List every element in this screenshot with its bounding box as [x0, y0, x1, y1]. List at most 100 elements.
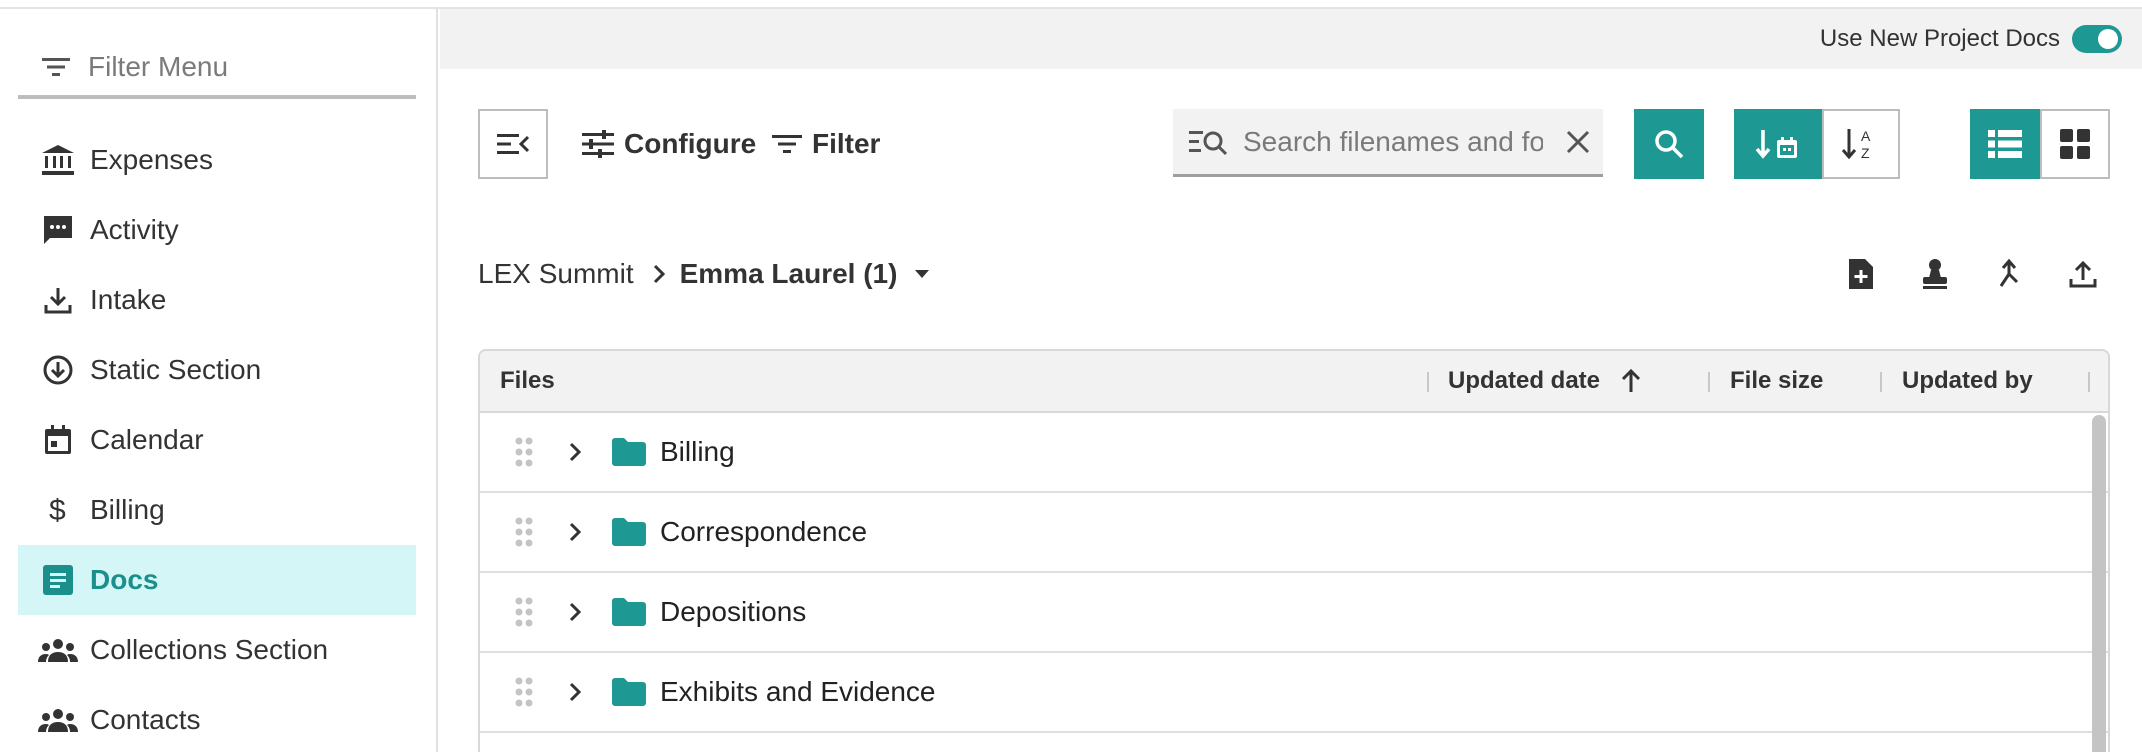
sidebar-item-calendar[interactable]: Calendar [18, 405, 416, 475]
folder-name[interactable]: Exhibits and Evidence [660, 676, 936, 708]
sidebar-item-intake[interactable]: Intake [18, 265, 416, 335]
table-scrollbar[interactable] [2092, 415, 2106, 752]
column-header-updated-date[interactable]: Updated date [1448, 351, 1642, 411]
folder-name[interactable]: Depositions [660, 596, 806, 628]
column-header-updated-by[interactable]: Updated by [1902, 351, 2033, 411]
new-project-docs-label: Use New Project Docs [1819, 25, 2060, 52]
table-header: Files Updated date File size Updated by [480, 351, 2108, 413]
sort-az-icon: AZ [1841, 127, 1881, 161]
breadcrumb: LEX Summit Emma Laurel (1) [478, 244, 2120, 304]
expand-chevron-icon[interactable] [568, 521, 582, 543]
upload-icon[interactable] [2046, 259, 2120, 289]
search-field [1173, 109, 1603, 177]
doc-actions [1824, 244, 2120, 304]
filter-menu-input[interactable]: Filter Menu [18, 39, 416, 99]
column-divider[interactable] [2088, 372, 2090, 392]
filter-icon [772, 133, 812, 155]
sidebar-item-expenses[interactable]: Expenses [18, 125, 416, 195]
sort-alphabetical-button[interactable]: AZ [1822, 109, 1900, 179]
column-header-label: Updated date [1448, 367, 1601, 394]
sidebar-item-activity[interactable]: Activity [18, 195, 416, 265]
list-view-button[interactable] [1970, 109, 2040, 179]
search-button[interactable] [1634, 109, 1704, 179]
collapse-menu-icon [497, 133, 529, 155]
sort-by-date-button[interactable] [1734, 109, 1822, 179]
group-icon [38, 638, 78, 662]
sidebar-item-collections-section[interactable]: Collections Section [18, 615, 416, 685]
folder-icon [612, 598, 646, 626]
drag-handle-icon[interactable] [514, 596, 534, 628]
svg-text:$: $ [49, 494, 66, 527]
filter-label: Filter [812, 128, 881, 159]
table-row[interactable]: Depositions [480, 573, 2108, 653]
grid-view-button[interactable] [2040, 109, 2110, 179]
search-icon [1654, 129, 1684, 159]
folder-icon [612, 678, 646, 706]
list-view-icon [1988, 130, 2022, 158]
sliders-icon [582, 130, 624, 158]
expand-chevron-icon[interactable] [568, 601, 582, 623]
folder-icon [612, 438, 646, 466]
sidebar-item-label: Intake [90, 284, 167, 315]
sidebar-item-label: Expenses [90, 144, 213, 175]
project-docs-bar: Use New Project Docs [440, 9, 2142, 69]
main-content: Use New Project Docs Configure Filter Se… [440, 9, 2142, 752]
sidebar-item-label: Docs [90, 564, 159, 595]
download-icon [38, 285, 78, 315]
table-row[interactable]: Billing [480, 413, 2108, 493]
column-divider[interactable] [1427, 372, 1429, 392]
filter-menu-placeholder: Filter Menu [88, 51, 229, 82]
caret-down-icon[interactable] [913, 268, 931, 280]
new-document-icon[interactable] [1824, 257, 1898, 291]
sort-date-icon [1755, 128, 1801, 160]
folder-name[interactable]: Correspondence [660, 516, 867, 548]
folder-name[interactable]: Billing [660, 436, 735, 468]
column-divider[interactable] [1708, 372, 1710, 392]
sidebar-item-docs[interactable]: Docs [18, 545, 416, 615]
svg-text:A: A [1861, 128, 1871, 144]
filter-button[interactable]: Filter [772, 109, 880, 179]
sidebar-item-label: Calendar [90, 424, 204, 455]
collapse-panel-button[interactable] [478, 109, 548, 179]
top-border [0, 0, 2142, 9]
new-project-docs-toggle[interactable] [2072, 25, 2122, 53]
group-icon [38, 708, 78, 732]
breadcrumb-root[interactable]: LEX Summit [478, 258, 634, 290]
clear-search-icon[interactable] [1565, 129, 1591, 160]
chevron-right-icon [652, 263, 666, 285]
document-icon [38, 565, 78, 595]
column-header-files[interactable]: Files [500, 351, 555, 411]
files-table: Files Updated date File size Updated by … [478, 349, 2110, 752]
svg-text:Z: Z [1861, 145, 1870, 161]
sidebar-item-contacts[interactable]: Contacts [18, 685, 416, 752]
search-list-icon [1189, 127, 1227, 157]
grid-view-icon [2060, 129, 2090, 159]
calendar-icon [38, 424, 78, 456]
table-row[interactable]: Correspondence [480, 493, 2108, 573]
sidebar-item-label: Collections Section [90, 634, 329, 665]
table-row[interactable]: Exhibits and Evidence [480, 653, 2108, 733]
sidebar-item-label: Billing [90, 494, 165, 525]
arrow-up-icon [1620, 368, 1642, 394]
dollar-icon: $ [38, 493, 78, 527]
stamp-icon[interactable] [1898, 258, 1972, 290]
expand-chevron-icon[interactable] [568, 681, 582, 703]
configure-button[interactable]: Configure [582, 109, 756, 179]
arrow-circle-down-icon [38, 354, 78, 386]
configure-label: Configure [624, 128, 757, 159]
search-input[interactable] [1243, 125, 1543, 158]
drag-handle-icon[interactable] [514, 676, 534, 708]
drag-handle-icon[interactable] [514, 436, 534, 468]
sidebar: Filter Menu Expenses Activity Intake Sta… [0, 9, 438, 752]
filter-icon [42, 56, 72, 78]
drag-handle-icon[interactable] [514, 516, 534, 548]
folder-icon [612, 518, 646, 546]
merge-icon[interactable] [1972, 258, 2046, 290]
sidebar-item-billing[interactable]: $ Billing [18, 475, 416, 545]
docs-toolbar: Configure Filter Search filenames and fo… [478, 109, 2120, 179]
sidebar-item-label: Contacts [90, 704, 201, 735]
column-divider[interactable] [1880, 372, 1882, 392]
column-header-file-size[interactable]: File size [1730, 351, 1823, 411]
expand-chevron-icon[interactable] [568, 441, 582, 463]
sidebar-item-static-section[interactable]: Static Section [18, 335, 416, 405]
